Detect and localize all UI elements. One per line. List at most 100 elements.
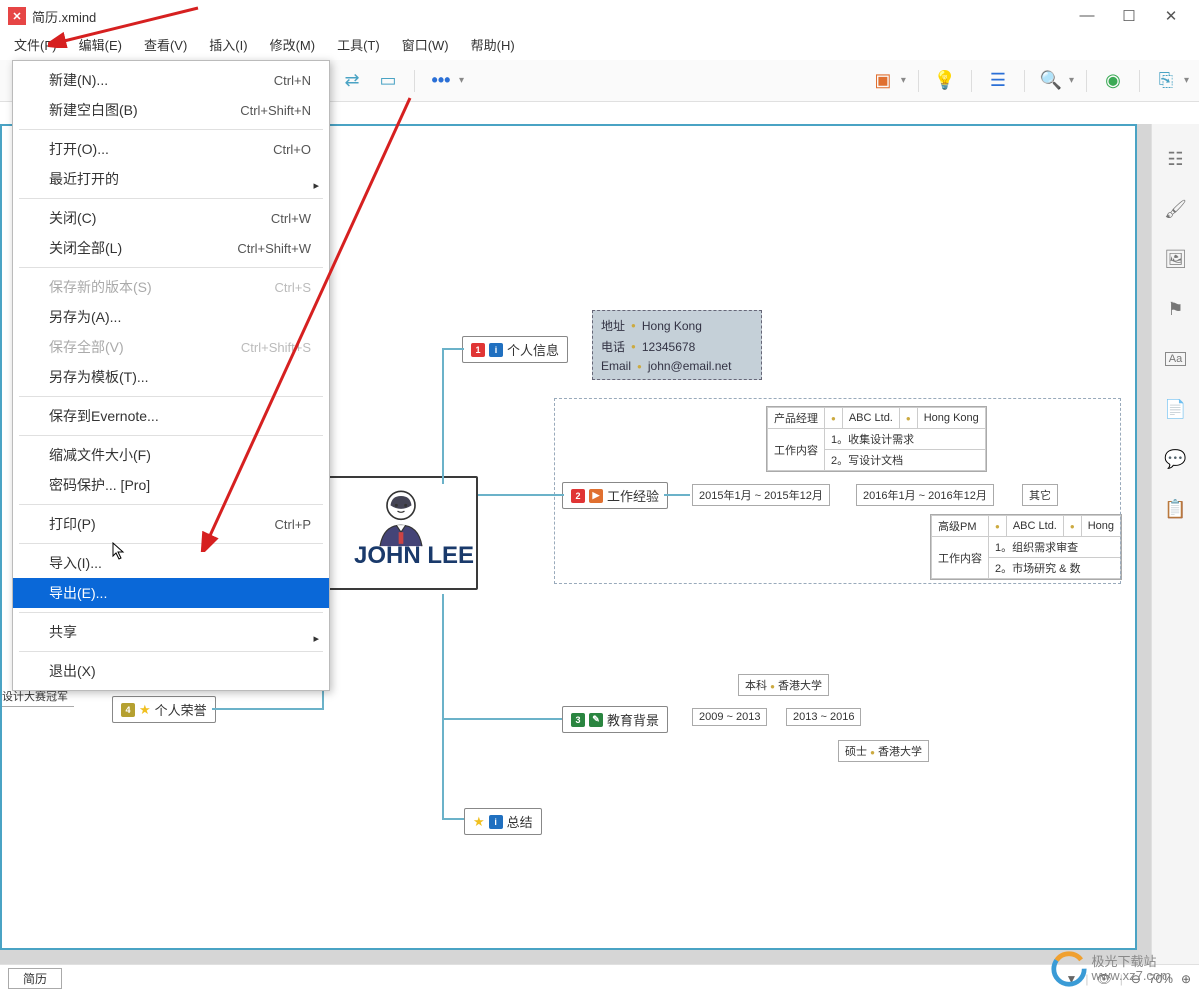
work-label: 工作经验 bbox=[607, 486, 659, 505]
more-icon[interactable]: ••• bbox=[427, 67, 455, 95]
work-period-2[interactable]: 2016年1月 ~ 2016年12月 bbox=[856, 484, 994, 506]
root-node[interactable]: JOHN LEE bbox=[322, 476, 478, 590]
task-icon[interactable]: 📋 bbox=[1165, 498, 1187, 520]
menu-item-17[interactable]: 密码保护... [Pro] bbox=[13, 470, 329, 500]
work-matrix-1[interactable]: 产品经理●ABC Ltd.●Hong Kong 工作内容1。收集设计需求 2。写… bbox=[766, 406, 987, 472]
menu-item-label: 缩减文件大小(F) bbox=[49, 445, 311, 465]
menu-item-3[interactable]: 打开(O)...Ctrl+O bbox=[13, 134, 329, 164]
comments-icon[interactable]: 💬 bbox=[1165, 448, 1187, 470]
idea-icon[interactable]: 💡 bbox=[931, 67, 959, 95]
file-menu-dropdown: 新建(N)...Ctrl+N新建空白图(B)Ctrl+Shift+N打开(O).… bbox=[12, 60, 330, 691]
menu-help[interactable]: 帮助(H) bbox=[465, 33, 521, 56]
menu-item-label: 新建(N)... bbox=[49, 70, 274, 90]
menu-item-label: 另存为模板(T)... bbox=[49, 367, 311, 387]
menu-window[interactable]: 窗口(W) bbox=[396, 33, 455, 56]
maximize-button[interactable]: ☐ bbox=[1121, 7, 1137, 25]
menu-item-14[interactable]: 保存到Evernote... bbox=[13, 401, 329, 431]
menu-item-26[interactable]: 退出(X) bbox=[13, 656, 329, 686]
menu-item-shortcut: Ctrl+Shift+S bbox=[241, 340, 311, 355]
priority-4-badge: 4 bbox=[121, 703, 135, 717]
boundary-icon[interactable]: ▭ bbox=[374, 67, 402, 95]
separator bbox=[1086, 70, 1087, 92]
work-node[interactable]: 2 ▶ 工作经验 bbox=[562, 482, 668, 509]
menu-view[interactable]: 查看(V) bbox=[138, 33, 193, 56]
menu-item-10[interactable]: 另存为(A)... bbox=[13, 302, 329, 332]
menu-separator bbox=[19, 504, 323, 505]
menu-separator bbox=[19, 267, 323, 268]
menu-item-shortcut: Ctrl+N bbox=[274, 73, 311, 88]
close-button[interactable]: ✕ bbox=[1163, 7, 1179, 25]
menu-item-label: 保存新的版本(S) bbox=[49, 277, 275, 297]
menu-item-19[interactable]: 打印(P)Ctrl+P bbox=[13, 509, 329, 539]
zoom-in-button[interactable]: ⊕ bbox=[1181, 972, 1191, 986]
menu-item-label: 导出(E)... bbox=[49, 583, 311, 603]
menu-item-16[interactable]: 缩减文件大小(F) bbox=[13, 440, 329, 470]
edu-period-1[interactable]: 2009 ~ 2013 bbox=[692, 708, 767, 726]
menu-item-label: 新建空白图(B) bbox=[49, 100, 240, 120]
summary-node[interactable]: ★ i 总结 bbox=[464, 808, 542, 835]
presentation-icon[interactable]: ▣ bbox=[869, 67, 897, 95]
right-panel: ☷ 🖌 🖼 ⚑ Aa 📄 💬 📋 bbox=[1151, 124, 1199, 964]
menu-edit[interactable]: 编辑(E) bbox=[73, 33, 128, 56]
menu-item-label: 保存到Evernote... bbox=[49, 406, 311, 426]
menu-item-9: 保存新的版本(S)Ctrl+S bbox=[13, 272, 329, 302]
outline-icon[interactable]: ☷ bbox=[1165, 148, 1187, 170]
personal-details[interactable]: 地址●Hong Kong 电话●12345678 Email●john@emai… bbox=[592, 310, 762, 380]
menu-item-label: 退出(X) bbox=[49, 661, 311, 681]
relationship-icon[interactable]: ⇄ bbox=[338, 67, 366, 95]
separator bbox=[1139, 70, 1140, 92]
notes-icon[interactable]: 📄 bbox=[1165, 398, 1187, 420]
menu-separator bbox=[19, 198, 323, 199]
separator bbox=[414, 70, 415, 92]
menu-item-1[interactable]: 新建空白图(B)Ctrl+Shift+N bbox=[13, 95, 329, 125]
menu-separator bbox=[19, 435, 323, 436]
image-icon[interactable]: 🖼 bbox=[1165, 248, 1187, 270]
menu-modify[interactable]: 修改(M) bbox=[264, 33, 322, 56]
edu-deg-2[interactable]: 硕士 ● 香港大学 bbox=[838, 740, 929, 762]
gantt-icon[interactable]: ☰ bbox=[984, 67, 1012, 95]
share-icon[interactable]: ◉ bbox=[1099, 67, 1127, 95]
menu-item-shortcut: Ctrl+S bbox=[275, 280, 311, 295]
menu-item-24[interactable]: 共享 bbox=[13, 617, 329, 647]
app-icon: ✕ bbox=[8, 7, 26, 25]
priority-1-badge: 1 bbox=[471, 343, 485, 357]
menu-item-22[interactable]: 导出(E)... bbox=[13, 578, 329, 608]
star-icon: ★ bbox=[473, 814, 485, 830]
export-icon[interactable]: ⎘ bbox=[1152, 67, 1180, 95]
menu-item-6[interactable]: 关闭(C)Ctrl+W bbox=[13, 203, 329, 233]
edu-node[interactable]: 3 ✎ 教育背景 bbox=[562, 706, 668, 733]
menu-item-label: 共享 bbox=[49, 622, 311, 642]
info-badge: i bbox=[489, 815, 503, 829]
format-icon[interactable]: 🖌 bbox=[1165, 198, 1187, 220]
menu-item-4[interactable]: 最近打开的 bbox=[13, 164, 329, 194]
work-period-1[interactable]: 2015年1月 ~ 2015年12月 bbox=[692, 484, 830, 506]
sheet-tab[interactable]: 简历 bbox=[8, 968, 62, 989]
menu-item-11: 保存全部(V)Ctrl+Shift+S bbox=[13, 332, 329, 362]
marker-icon[interactable]: ⚑ bbox=[1165, 298, 1187, 320]
menu-item-12[interactable]: 另存为模板(T)... bbox=[13, 362, 329, 392]
menu-item-label: 关闭全部(L) bbox=[49, 238, 237, 258]
menu-separator bbox=[19, 396, 323, 397]
menu-file[interactable]: 文件(F) bbox=[8, 33, 63, 56]
search-icon[interactable]: 🔍 bbox=[1037, 67, 1065, 95]
menu-item-label: 保存全部(V) bbox=[49, 337, 241, 357]
font-icon[interactable]: Aa bbox=[1165, 348, 1187, 370]
edu-period-2[interactable]: 2013 ~ 2016 bbox=[786, 708, 861, 726]
personal-node[interactable]: 1 i 个人信息 bbox=[462, 336, 568, 363]
edu-deg-1[interactable]: 本科 ● 香港大学 bbox=[738, 674, 829, 696]
menu-item-7[interactable]: 关闭全部(L)Ctrl+Shift+W bbox=[13, 233, 329, 263]
status-bar: 简历 ▼ | 👁 | ⊖ 70% ⊕ bbox=[0, 964, 1199, 992]
menu-item-21[interactable]: 导入(I)... bbox=[13, 548, 329, 578]
work-matrix-2[interactable]: 高级PM●ABC Ltd.●Hong 工作内容1。组织需求审查 2。市场研究 &… bbox=[930, 514, 1122, 580]
honor-node[interactable]: 4 ★ 个人荣誉 bbox=[112, 696, 216, 723]
work-other[interactable]: 其它 bbox=[1022, 484, 1058, 506]
avatar-icon bbox=[366, 482, 436, 552]
menu-item-0[interactable]: 新建(N)...Ctrl+N bbox=[13, 65, 329, 95]
menu-item-label: 打开(O)... bbox=[49, 139, 273, 159]
minimize-button[interactable]: — bbox=[1079, 7, 1095, 25]
personal-label: 个人信息 bbox=[507, 340, 559, 359]
menu-insert[interactable]: 插入(I) bbox=[203, 33, 253, 56]
menu-item-label: 另存为(A)... bbox=[49, 307, 311, 327]
menu-tools[interactable]: 工具(T) bbox=[331, 33, 386, 56]
menu-separator bbox=[19, 543, 323, 544]
